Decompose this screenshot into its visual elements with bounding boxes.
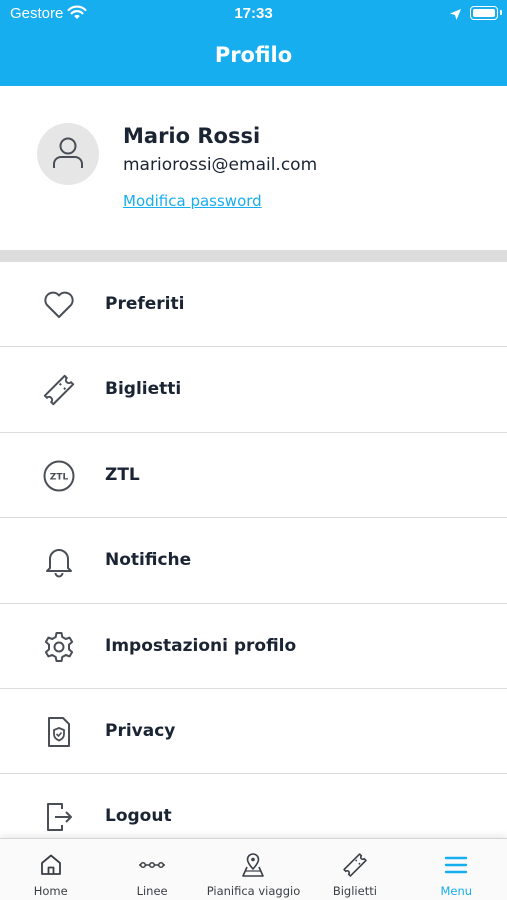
tab-label: Home	[33, 884, 68, 898]
tab-biglietti[interactable]: Biglietti	[304, 839, 405, 900]
menu-item-label: Privacy	[105, 720, 176, 741]
menu-item-biglietti[interactable]: Biglietti	[0, 347, 507, 433]
home-icon	[38, 852, 64, 878]
menu-icon	[443, 852, 469, 878]
privacy-shield-icon	[42, 715, 76, 749]
profile-name: Mario Rossi	[123, 124, 261, 148]
location-arrow-icon	[449, 6, 462, 25]
battery-icon	[470, 6, 502, 20]
profile-menu: Preferiti Biglietti ZTL ZTL Notifiche Im…	[0, 262, 507, 860]
tab-label: Biglietti	[332, 884, 377, 898]
page-title: Profilo	[214, 43, 293, 67]
section-divider	[0, 250, 507, 262]
tab-label: Menu	[440, 884, 473, 898]
menu-item-preferiti[interactable]: Preferiti	[0, 262, 507, 348]
ticket-icon	[342, 852, 368, 878]
top-bar: Gestore 17:33 Profilo	[0, 0, 507, 86]
clock: 17:33	[234, 5, 273, 22]
gear-icon	[42, 630, 76, 664]
tab-menu[interactable]: Menu	[406, 839, 507, 900]
menu-item-privacy[interactable]: Privacy	[0, 689, 507, 775]
menu-item-label: Logout	[105, 806, 172, 827]
tab-pianifica-viaggio[interactable]: Pianifica viaggio	[203, 839, 304, 900]
menu-item-label: ZTL	[105, 464, 140, 485]
menu-item-notifiche[interactable]: Notifiche	[0, 518, 507, 604]
tab-label: Pianifica viaggio	[206, 884, 301, 898]
status-bar: Gestore 17:33	[0, 0, 507, 28]
menu-item-impostazioni-profilo[interactable]: Impostazioni profilo	[0, 604, 507, 689]
map-pin-icon	[240, 852, 266, 878]
tab-linee[interactable]: Linee	[101, 839, 202, 900]
user-icon	[53, 137, 83, 168]
heart-icon	[42, 288, 76, 322]
bell-icon	[42, 544, 76, 578]
menu-item-label: Preferiti	[105, 294, 185, 314]
menu-item-ztl[interactable]: ZTL ZTL	[0, 433, 507, 519]
menu-item-label: Impostazioni profilo	[105, 635, 297, 656]
logout-icon	[42, 800, 76, 834]
change-password-link[interactable]: Modifica password	[123, 192, 262, 210]
ztl-icon: ZTL	[42, 459, 76, 493]
ticket-icon	[42, 373, 76, 407]
menu-item-label: Biglietti	[105, 379, 182, 400]
profile-card: Mario Rossi mariorossi@email.com Modific…	[0, 86, 507, 250]
lines-icon	[139, 852, 166, 878]
tab-label: Linee	[136, 884, 168, 898]
profile-email: mariorossi@email.com	[123, 155, 318, 175]
ztl-icon-text: ZTL	[50, 472, 69, 482]
menu-item-label: Notifiche	[105, 550, 192, 571]
tab-bar: Home Linee Pianifica viaggio Biglietti M…	[0, 838, 507, 900]
tab-home[interactable]: Home	[0, 839, 101, 900]
avatar	[37, 123, 99, 185]
